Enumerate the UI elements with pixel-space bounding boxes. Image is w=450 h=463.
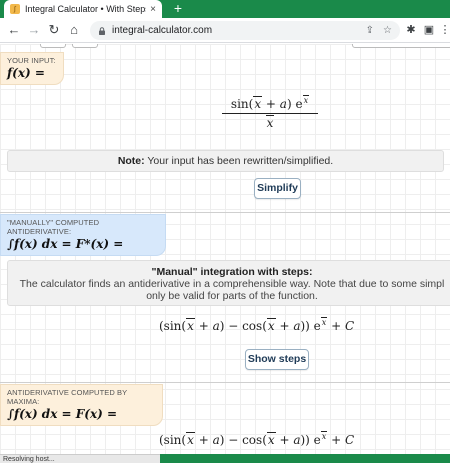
maxima-antiderivative-result: (sin(x + a) − cos(x + a)) ex + C [159, 431, 355, 447]
close-tab-icon[interactable]: × [150, 4, 156, 15]
browser-tab[interactable]: ∫ Integral Calculator • With Steps! × [4, 0, 162, 18]
menu-icon[interactable]: ⋮ [438, 22, 450, 38]
page-content: YOUR INPUT: f(x) = sin(x + a) ex x Note:… [0, 44, 450, 455]
new-tab-button[interactable]: + [170, 0, 186, 18]
tab-title: Integral Calculator • With Steps! [25, 4, 147, 14]
input-section-header: YOUR INPUT: f(x) = [0, 52, 64, 85]
show-steps-button[interactable]: Show steps [245, 349, 309, 370]
extensions-icon[interactable]: ✱ [404, 22, 418, 38]
manual-section-header: "MANUALLY" COMPUTED ANTIDERIVATIVE: ∫f(x… [0, 214, 166, 256]
sidepanel-icon[interactable]: ▣ [422, 22, 436, 38]
star-icon[interactable]: ☆ [383, 25, 392, 36]
partial-control[interactable] [72, 44, 98, 48]
note-text: Your input has been rewritten/simplified… [144, 155, 334, 167]
manual-label: "MANUALLY" COMPUTED ANTIDERIVATIVE: [7, 218, 100, 236]
manual-formula: ∫f(x) dx = F*(x) = [7, 237, 124, 251]
status-bar-background [160, 454, 450, 463]
rewrite-note: Note: Your input has been rewritten/simp… [7, 150, 444, 172]
share-icon[interactable]: ⇪ [366, 25, 374, 36]
input-expression: sin(x + a) ex x [222, 95, 318, 130]
browser-toolbar: ← → ↻ ⌂ integral-calculator.com ⇪ ☆ ✱ ▣ … [0, 18, 450, 43]
home-icon[interactable]: ⌂ [66, 22, 82, 38]
partial-control[interactable] [40, 44, 66, 48]
manual-antiderivative-result: (sin(x + a) − cos(x + a)) ex + C [159, 317, 355, 333]
manual-steps-info: "Manual" integration with steps: The cal… [7, 260, 450, 306]
partial-control[interactable] [352, 44, 450, 48]
status-bar: Resolving host... [0, 454, 160, 463]
steps-description-line2: only be valid for parts of the function. [146, 290, 318, 302]
maxima-formula: ∫f(x) dx = F(x) = [7, 407, 118, 421]
reload-icon[interactable]: ↻ [46, 22, 62, 38]
back-arrow-icon[interactable]: ← [6, 22, 22, 38]
section-divider [0, 382, 450, 383]
browser-tab-bar: ∫ Integral Calculator • With Steps! × + [0, 0, 450, 18]
forward-arrow-icon[interactable]: → [26, 22, 42, 38]
address-bar[interactable]: integral-calculator.com ⇪ ☆ [90, 21, 400, 40]
calculator-favicon-icon: ∫ [10, 4, 20, 14]
steps-description-line1: The calculator finds an antiderivative i… [19, 278, 445, 290]
note-bold: Note: [117, 155, 145, 167]
maxima-label: ANTIDERIVATIVE COMPUTED BY MAXIMA: [7, 388, 128, 406]
section-divider [0, 212, 450, 213]
steps-heading: "Manual" integration with steps: [151, 266, 313, 278]
input-formula: f(x) = [7, 66, 45, 80]
simplify-button[interactable]: Simplify [254, 178, 301, 199]
input-label: YOUR INPUT: [7, 56, 56, 65]
maxima-section-header: ANTIDERIVATIVE COMPUTED BY MAXIMA: ∫f(x)… [0, 384, 163, 426]
lock-icon [99, 26, 105, 35]
url-text: integral-calculator.com [112, 25, 213, 36]
